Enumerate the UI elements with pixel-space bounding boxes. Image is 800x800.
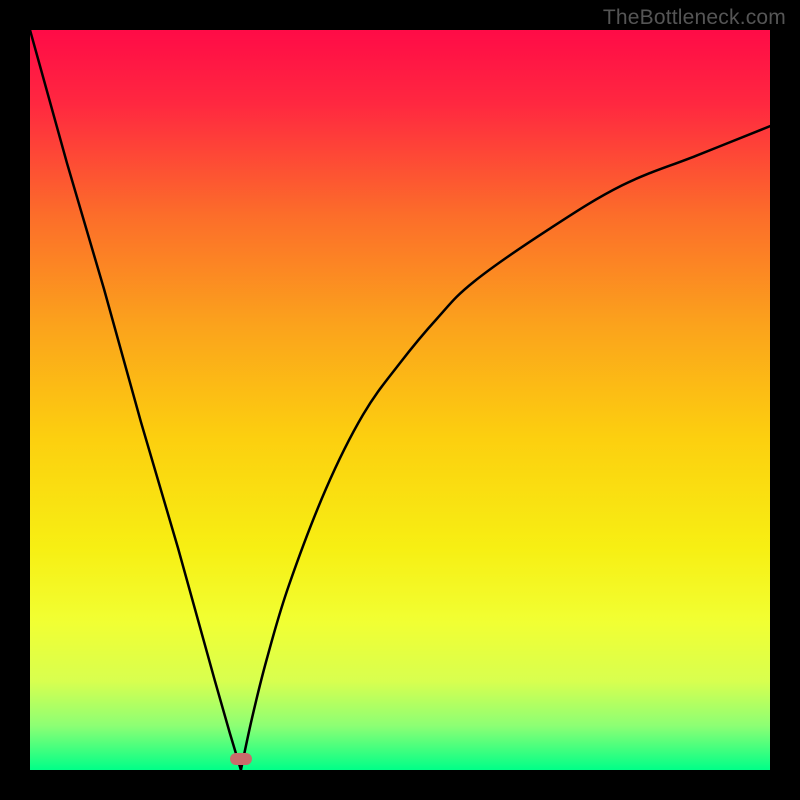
optimal-marker: [230, 753, 252, 765]
bottleneck-curve: [30, 30, 770, 770]
chart-frame: TheBottleneck.com: [0, 0, 800, 800]
watermark: TheBottleneck.com: [603, 6, 786, 30]
plot-area: [30, 30, 770, 770]
